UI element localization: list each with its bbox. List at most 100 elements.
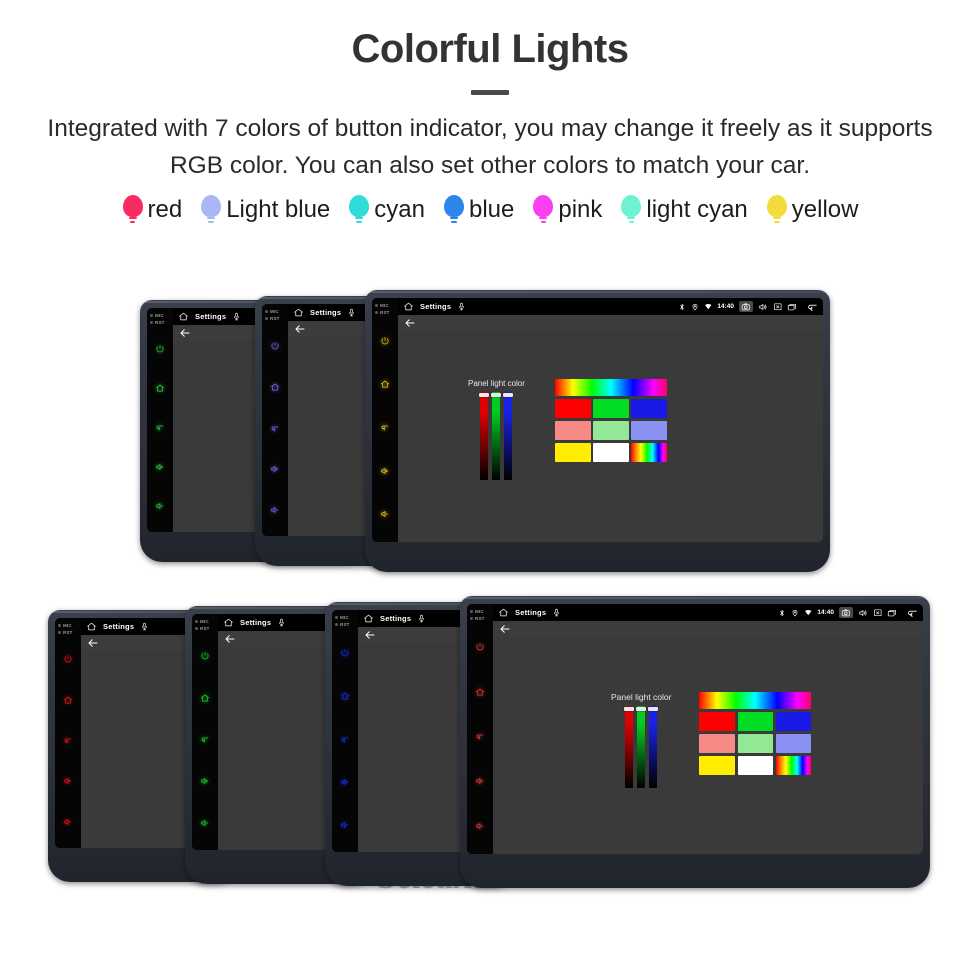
color-swatch-1-2[interactable] (775, 734, 812, 753)
color-swatch-2-1[interactable] (593, 443, 629, 462)
side-back-icon[interactable] (270, 423, 280, 433)
statusbar-home-icon[interactable] (223, 617, 234, 628)
back-arrow-icon[interactable] (294, 323, 306, 335)
side-volume-down-icon[interactable] (63, 817, 73, 827)
rainbow-gradient-bar[interactable] (699, 692, 812, 709)
slider-thumb[interactable] (479, 393, 490, 397)
side-volume-down-icon[interactable] (270, 505, 280, 515)
rainbow-gradient-bar[interactable] (554, 379, 667, 396)
color-swatch-0-0[interactable] (699, 712, 736, 731)
statusbar-microphone-icon[interactable] (552, 608, 561, 617)
side-home-icon[interactable] (475, 687, 485, 697)
back-arrow-icon[interactable] (499, 623, 511, 635)
side-home-icon[interactable] (200, 693, 210, 703)
statusbar-home-icon[interactable] (498, 607, 509, 618)
color-swatch-1-0[interactable] (554, 421, 591, 440)
statusbar-home-icon[interactable] (293, 307, 304, 318)
side-volume-up-icon[interactable] (200, 776, 210, 786)
red-slider[interactable] (479, 392, 490, 480)
side-volume-down-icon[interactable] (380, 509, 390, 519)
statusbar-microphone-icon[interactable] (347, 308, 356, 317)
side-power-icon[interactable] (200, 651, 210, 661)
side-power-icon[interactable] (475, 642, 485, 652)
color-swatch-0-0[interactable] (554, 399, 591, 418)
camera-icon[interactable] (839, 606, 853, 619)
color-swatch-2-0[interactable] (554, 443, 591, 462)
side-back-icon[interactable] (63, 735, 73, 745)
statusbar-microphone-icon[interactable] (140, 622, 149, 631)
blue-slider[interactable] (648, 706, 659, 788)
color-swatch-1-1[interactable] (593, 421, 629, 440)
side-power-icon[interactable] (270, 341, 280, 351)
side-back-icon[interactable] (200, 734, 210, 744)
statusbar-home-icon[interactable] (363, 613, 374, 624)
side-volume-up-icon[interactable] (380, 466, 390, 476)
close-box-icon[interactable] (773, 302, 783, 312)
side-back-icon[interactable] (155, 422, 165, 432)
color-swatch-1-0[interactable] (699, 734, 736, 753)
side-back-icon[interactable] (380, 422, 390, 432)
device-screen[interactable]: MIC RST Settings 14:40 Panel light color (467, 604, 923, 854)
side-home-icon[interactable] (270, 382, 280, 392)
statusbar-microphone-icon[interactable] (417, 614, 426, 623)
side-home-icon[interactable] (380, 379, 390, 389)
side-volume-down-icon[interactable] (155, 501, 165, 511)
green-slider[interactable] (491, 392, 502, 480)
color-swatch-0-1[interactable] (593, 399, 629, 418)
statusbar-home-icon[interactable] (403, 301, 414, 312)
side-back-icon[interactable] (340, 734, 350, 744)
slider-thumb[interactable] (636, 707, 647, 711)
back-icon[interactable] (906, 606, 919, 619)
side-power-icon[interactable] (63, 654, 73, 664)
back-arrow-icon[interactable] (87, 637, 99, 649)
back-icon[interactable] (806, 300, 819, 313)
side-power-icon[interactable] (380, 336, 390, 346)
recents-icon[interactable] (787, 302, 797, 312)
color-swatch-2-0[interactable] (699, 756, 736, 775)
device-unit-yellow[interactable]: MIC RST Settings 14:40 Panel light color (365, 290, 830, 572)
statusbar-home-icon[interactable] (178, 311, 189, 322)
back-arrow-icon[interactable] (179, 327, 191, 339)
color-swatch-0-1[interactable] (737, 712, 774, 731)
side-power-icon[interactable] (340, 648, 350, 658)
statusbar-microphone-icon[interactable] (457, 302, 466, 311)
color-swatch-0-2[interactable] (631, 399, 667, 418)
statusbar-microphone-icon[interactable] (277, 618, 286, 627)
slider-thumb[interactable] (648, 707, 659, 711)
side-volume-up-icon[interactable] (475, 776, 485, 786)
device-screen[interactable]: MIC RST Settings 14:40 Panel light color (372, 298, 823, 542)
back-arrow-icon[interactable] (364, 629, 376, 641)
volume-icon[interactable] (858, 608, 868, 618)
back-arrow-icon[interactable] (404, 317, 416, 329)
slider-thumb[interactable] (624, 707, 635, 711)
side-back-icon[interactable] (475, 731, 485, 741)
side-home-icon[interactable] (340, 691, 350, 701)
camera-icon[interactable] (739, 300, 753, 313)
side-volume-down-icon[interactable] (200, 818, 210, 828)
back-arrow-icon[interactable] (224, 633, 236, 645)
recents-icon[interactable] (887, 608, 897, 618)
color-swatch-2-2[interactable] (775, 756, 812, 775)
screen-content[interactable]: Settings 14:40 Panel light color (398, 298, 823, 542)
green-slider[interactable] (636, 706, 647, 788)
side-volume-up-icon[interactable] (340, 777, 350, 787)
side-volume-down-icon[interactable] (475, 821, 485, 831)
color-swatch-1-1[interactable] (737, 734, 774, 753)
statusbar-home-icon[interactable] (86, 621, 97, 632)
side-volume-up-icon[interactable] (270, 464, 280, 474)
side-volume-up-icon[interactable] (155, 462, 165, 472)
close-box-icon[interactable] (873, 608, 883, 618)
color-swatch-2-1[interactable] (737, 756, 774, 775)
side-home-icon[interactable] (63, 695, 73, 705)
side-volume-up-icon[interactable] (63, 776, 73, 786)
red-slider[interactable] (624, 706, 635, 788)
side-home-icon[interactable] (155, 383, 165, 393)
blue-slider[interactable] (503, 392, 514, 480)
statusbar-microphone-icon[interactable] (232, 312, 241, 321)
side-power-icon[interactable] (155, 344, 165, 354)
device-unit-red-2[interactable]: MIC RST Settings 14:40 Panel light color (460, 596, 930, 888)
color-swatch-1-2[interactable] (631, 421, 667, 440)
side-volume-down-icon[interactable] (340, 820, 350, 830)
color-swatch-0-2[interactable] (775, 712, 812, 731)
color-swatch-2-2[interactable] (631, 443, 667, 462)
